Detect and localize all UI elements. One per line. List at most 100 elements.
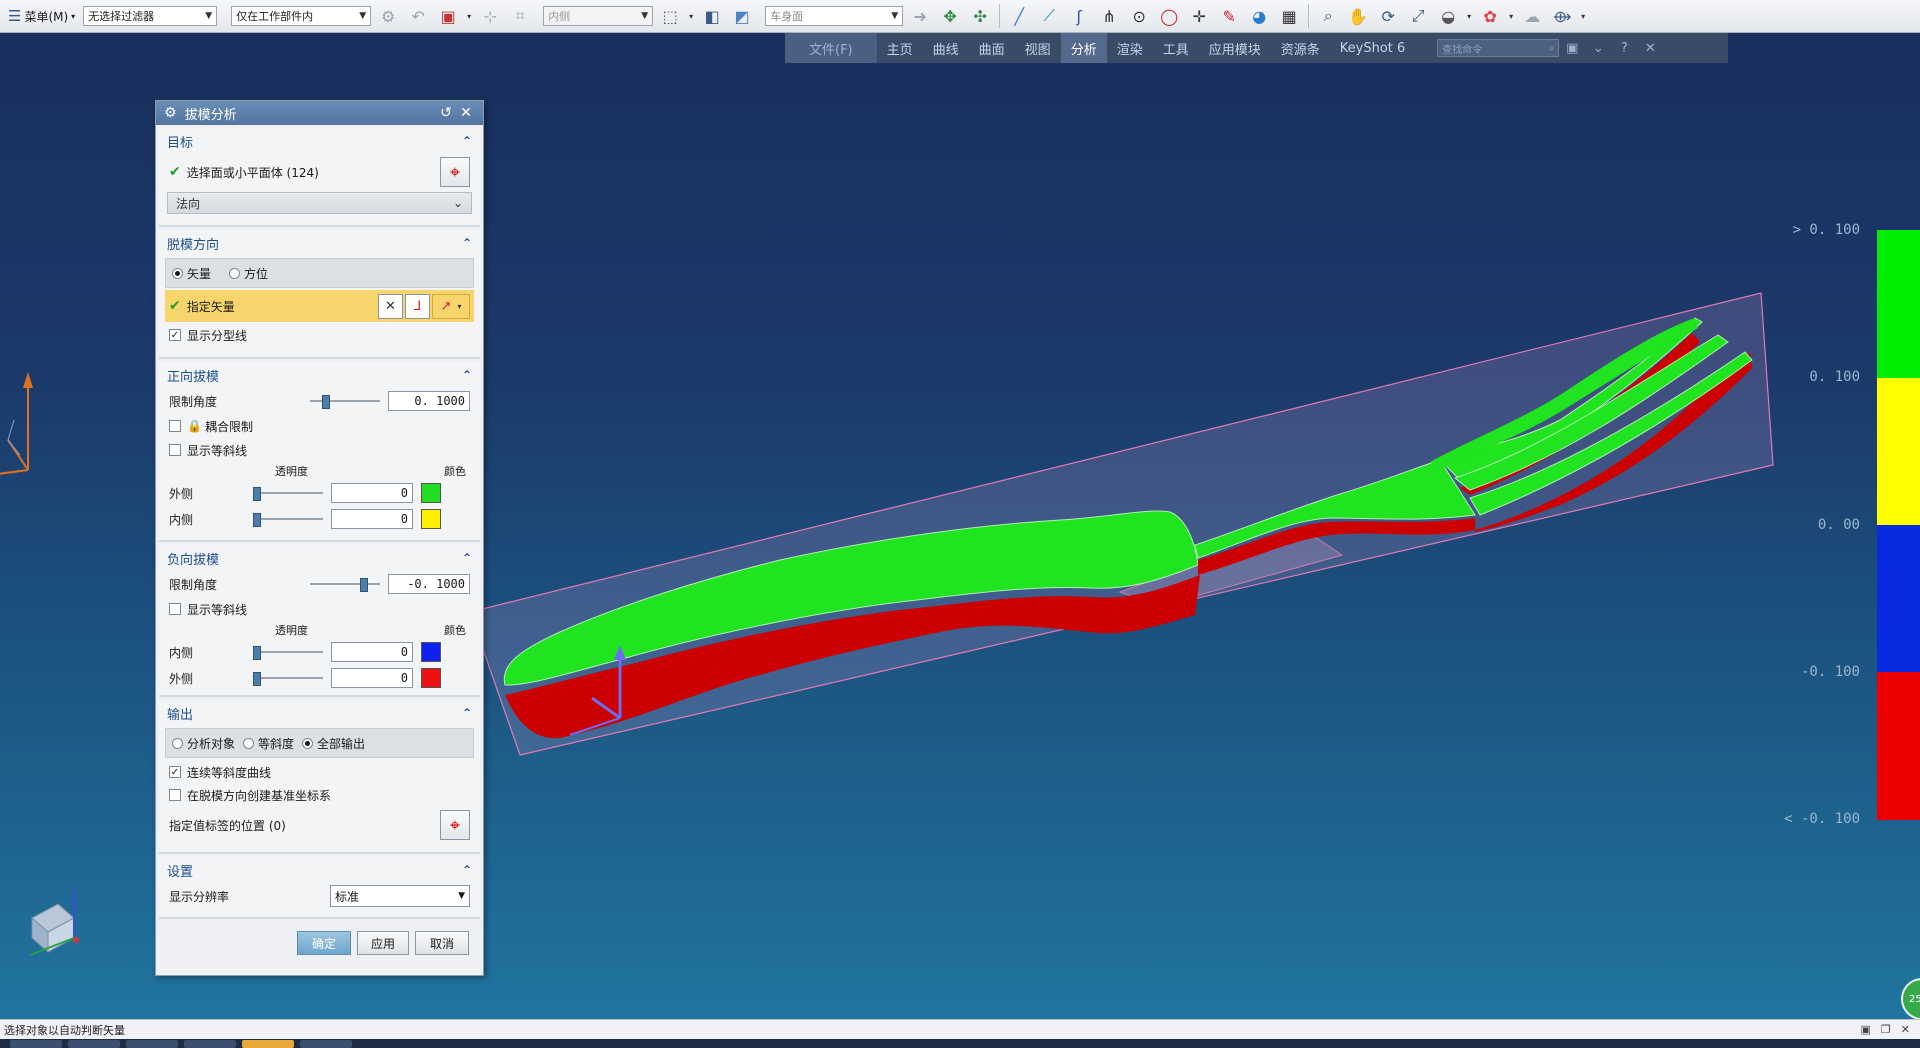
menu-button[interactable]: ☰ 菜单(M) ▾ <box>4 3 79 29</box>
taskbar-item[interactable] <box>10 1039 62 1048</box>
ribbon-tab[interactable]: 分析 <box>1060 33 1107 63</box>
ribbon-tab[interactable]: 应用模块 <box>1199 33 1271 63</box>
positive-inside-slider[interactable] <box>253 513 324 527</box>
negative-isoclines-row[interactable]: 显示等斜线 <box>159 597 480 621</box>
positive-inside-input[interactable]: 0 <box>331 509 414 529</box>
create-csys-checkbox[interactable] <box>169 789 181 801</box>
segment-icon[interactable]: ⟋ <box>1036 3 1062 29</box>
solid-body-icon[interactable]: ◧ <box>699 3 725 29</box>
zoom-window-icon[interactable]: ⌕ <box>1315 3 1341 29</box>
color-palette-icon[interactable]: ✿ <box>1477 3 1503 29</box>
command-search-input[interactable]: 查找命令 ⌕ <box>1437 39 1560 57</box>
face-rule-select[interactable]: 车身面 ▼ <box>765 6 904 26</box>
box-select-icon[interactable]: ⬚ <box>657 3 683 29</box>
snap-midpoint-icon[interactable]: ✣ <box>967 3 993 29</box>
arrow-right-icon[interactable]: ➜ <box>907 3 933 29</box>
negative-outside-color[interactable] <box>421 668 442 688</box>
circle-icon[interactable]: ◯ <box>1156 3 1182 29</box>
ribbon-tab[interactable]: 工具 <box>1153 33 1199 63</box>
crosshair-icon[interactable]: ✛ <box>1186 3 1212 29</box>
target-group-header[interactable]: 目标 ⌃ <box>159 128 480 154</box>
positive-isoclines-row[interactable]: 显示等斜线 <box>159 438 480 462</box>
restore-icon[interactable]: ❐ <box>1881 1023 1891 1036</box>
ribbon-tab[interactable]: KeyShot 6 <box>1330 33 1416 63</box>
positive-outside-input[interactable]: 0 <box>331 483 414 503</box>
close-icon[interactable]: ✕ <box>1637 41 1663 56</box>
continuous-isocline-row[interactable]: ✓ 连续等斜度曲线 <box>159 760 480 784</box>
negative-outside-slider[interactable] <box>253 672 324 686</box>
type-filter-select[interactable]: 无选择过滤器 ▼ <box>83 6 218 26</box>
negative-inside-color[interactable] <box>421 642 442 662</box>
radio-vector[interactable]: 矢量 <box>172 265 211 282</box>
negative-inside-input[interactable]: 0 <box>331 642 414 662</box>
lighting-icon[interactable]: ☁ <box>1519 3 1545 29</box>
select-face-row[interactable]: ✔ 选择面或小平面体 (124) ⌖ <box>159 154 480 190</box>
radio-orientation[interactable]: 方位 <box>229 265 268 282</box>
snap-point-icon[interactable]: ⊹ <box>477 3 503 29</box>
close-icon[interactable]: ✕ <box>457 105 475 121</box>
pencil-icon[interactable]: ✎ <box>1216 3 1242 29</box>
view-orient-icon[interactable]: ⟴ <box>1549 3 1575 29</box>
cancel-button[interactable]: 取消 <box>415 931 469 955</box>
ribbon-tab[interactable]: 曲线 <box>923 33 969 63</box>
chevron-down-icon[interactable]: ▾ <box>687 3 695 29</box>
positive-inside-color[interactable] <box>421 509 442 529</box>
snap-settings-icon[interactable]: ⌗ <box>507 3 533 29</box>
ribbon-tab[interactable]: 主页 <box>877 33 923 63</box>
taskbar-item[interactable] <box>68 1039 120 1048</box>
ok-button[interactable]: 确定 <box>297 931 351 955</box>
continuous-isocline-checkbox[interactable]: ✓ <box>169 766 181 778</box>
circle-center-icon[interactable]: ⊙ <box>1126 3 1152 29</box>
specify-label-position-button[interactable]: ⌖ <box>440 810 470 840</box>
ribbon-tab[interactable]: 文件(F) <box>785 33 877 63</box>
chevron-down-icon[interactable]: ▾ <box>1465 3 1473 29</box>
negative-isoclines-checkbox[interactable] <box>169 603 181 615</box>
window-mode-icon[interactable]: ▣ <box>1861 1023 1871 1036</box>
taskbar-item[interactable] <box>126 1039 178 1048</box>
positive-isoclines-checkbox[interactable] <box>169 444 181 456</box>
filter-highlight-icon[interactable]: ▣ <box>435 3 461 29</box>
grid-icon[interactable]: ▦ <box>1276 3 1302 29</box>
label-position-row[interactable]: 指定值标签的位置 (0) ⌖ <box>159 806 480 844</box>
ribbon-tab[interactable]: 曲面 <box>969 33 1015 63</box>
coupled-limit-row[interactable]: 🔒 耦合限制 <box>159 414 480 438</box>
tangent-icon[interactable]: ⋔ <box>1096 3 1122 29</box>
negative-draft-header[interactable]: 负向拔模 ⌃ <box>159 545 480 571</box>
create-csys-row[interactable]: 在脱模方向创建基准坐标系 <box>159 784 480 806</box>
select-object-button[interactable]: ⌖ <box>440 157 470 187</box>
show-parting-line-row[interactable]: ✓ 显示分型线 <box>159 322 480 348</box>
chevron-down-icon[interactable]: ▾ <box>1507 3 1515 29</box>
close-icon[interactable]: ✕ <box>1901 1023 1910 1036</box>
dialog-title-bar[interactable]: ⚙ 拔模分析 ↺ ✕ <box>156 101 483 125</box>
curve-icon[interactable]: ʃ <box>1066 3 1092 29</box>
ribbon-collapse-icon[interactable]: ⌄ <box>1585 41 1611 56</box>
coupled-limit-checkbox[interactable] <box>169 420 181 432</box>
reverse-direction-button[interactable]: ✕ <box>378 293 403 319</box>
ribbon-options-icon[interactable]: ▣ <box>1559 41 1585 56</box>
line-icon[interactable]: ╱ <box>1006 3 1032 29</box>
ribbon-tab[interactable]: 渲染 <box>1107 33 1153 63</box>
negative-inside-slider[interactable] <box>253 646 324 660</box>
chevron-down-icon[interactable]: ▾ <box>1579 3 1587 29</box>
negative-outside-input[interactable]: 0 <box>331 668 414 688</box>
undo-select-icon[interactable]: ↶ <box>405 3 431 29</box>
selection-scope-select[interactable]: 仅在工作部件内 ▼ <box>231 6 372 26</box>
draft-direction-header[interactable]: 脱模方向 ⌃ <box>159 230 480 256</box>
snap-endpoint-icon[interactable]: ✥ <box>937 3 963 29</box>
resolution-select[interactable]: 标准 ▼ <box>330 885 470 907</box>
positive-angle-input[interactable]: 0. 1000 <box>388 391 470 411</box>
negative-angle-slider[interactable] <box>310 578 380 592</box>
normal-combo[interactable]: 法向 ⌄ <box>167 192 472 214</box>
taskbar-item[interactable] <box>242 1039 294 1048</box>
select-feature-icon[interactable]: ⚙ <box>375 3 401 29</box>
help-icon[interactable]: ? <box>1611 41 1637 56</box>
view-triad[interactable] <box>29 888 79 956</box>
taskbar-item[interactable] <box>184 1039 236 1048</box>
curve-analysis-icon[interactable]: ◕ <box>1246 3 1272 29</box>
show-parting-line-checkbox[interactable]: ✓ <box>169 329 181 341</box>
face-select-icon[interactable]: ◩ <box>729 3 755 29</box>
ribbon-tab[interactable]: 资源条 <box>1271 33 1330 63</box>
negative-angle-input[interactable]: -0. 1000 <box>388 574 470 594</box>
fit-icon[interactable]: ⤢ <box>1405 3 1431 29</box>
pan-icon[interactable]: ✋ <box>1345 3 1371 29</box>
